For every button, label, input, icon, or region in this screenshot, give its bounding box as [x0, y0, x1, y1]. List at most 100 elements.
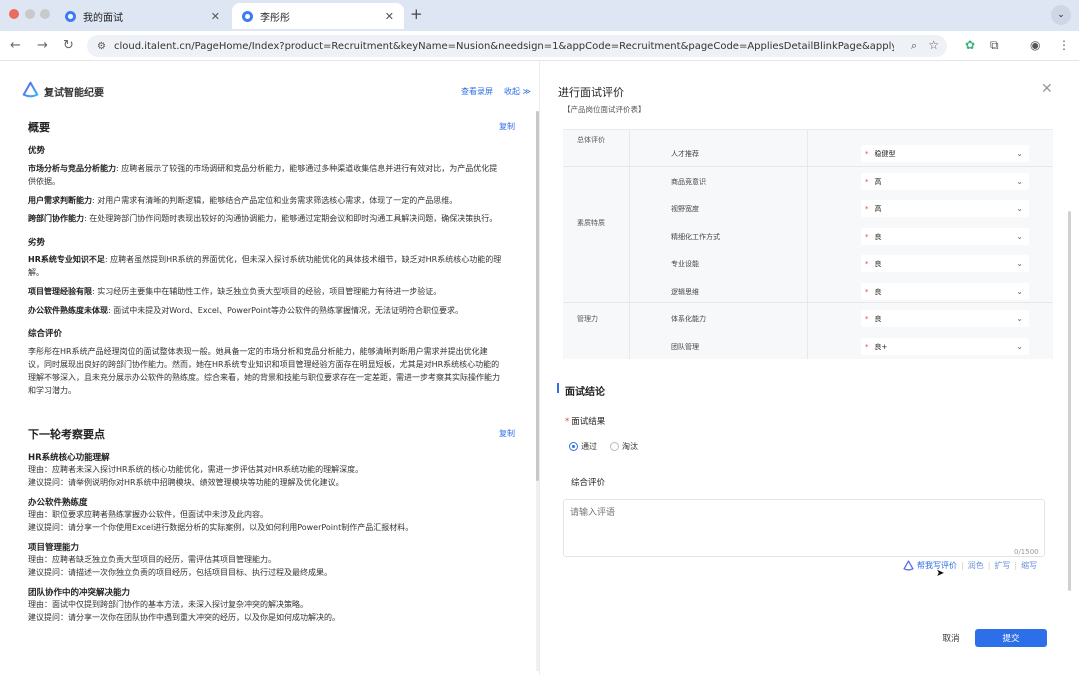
- strength-line: 跨部门协作能力: 在处理跨部门协作问题时表现出较好的沟通协调能力，能够通过定期会…: [28, 214, 498, 223]
- close-icon[interactable]: ✕: [1041, 81, 1053, 97]
- group-label-quality: 素质特质: [577, 219, 605, 227]
- item-value: 良: [874, 287, 882, 296]
- item-select[interactable]: * 良 ⌄: [861, 310, 1029, 327]
- tab-label: 我的面试: [83, 12, 123, 24]
- browser-tab-2[interactable]: 李彤彤 ✕: [232, 3, 404, 29]
- tab-close-icon[interactable]: ✕: [211, 10, 220, 23]
- item-value: 高: [874, 177, 882, 186]
- tab-label: 李彤彤: [260, 12, 290, 24]
- weakness-line: 办公软件熟练度未体现: 面试中未提及对Word、Excel、PowerPoint…: [28, 306, 464, 315]
- required-mark: *: [865, 177, 869, 186]
- ai-summary-panel: 复试智能纪要 查看录屏 收起 ≫ 概要 复制 优势 市场分析与竞品分析能力: 应…: [0, 61, 540, 675]
- back-icon[interactable]: ←: [10, 38, 21, 53]
- browser-toolbar: ← → ↻ ⚙ cloud.italent.cn/PageHome/Index?…: [0, 31, 1079, 61]
- required-mark: *: [865, 342, 869, 351]
- strengths-heading: 优势: [28, 146, 46, 156]
- item-select[interactable]: * 良 ⌄: [861, 283, 1029, 300]
- reload-icon[interactable]: ↻: [63, 38, 74, 53]
- copy-next-round-button[interactable]: 复制: [499, 428, 515, 439]
- item-value: 良: [874, 232, 882, 241]
- address-bar[interactable]: ⚙ cloud.italent.cn/PageHome/Index?produc…: [87, 35, 947, 57]
- ai-polish-button[interactable]: 润色: [968, 560, 984, 571]
- group-label-overall: 总体评价: [577, 136, 605, 144]
- menu-more-icon[interactable]: ⋮: [1058, 38, 1070, 52]
- tab-search-icon[interactable]: ⌄: [1051, 5, 1071, 25]
- required-mark: *: [865, 149, 869, 158]
- table-divider: [563, 166, 1053, 167]
- tab-close-icon[interactable]: ✕: [385, 10, 394, 23]
- item-select[interactable]: * 稳健型 ⌄: [861, 145, 1029, 162]
- submit-button[interactable]: 提交: [975, 629, 1047, 647]
- item-label: 逻辑思维: [671, 288, 699, 296]
- right-scrollbar[interactable]: [1068, 211, 1071, 591]
- browser-tabbar: 我的面试 ✕ 李彤彤 ✕ + ⌄: [0, 0, 1079, 31]
- table-divider: [807, 130, 808, 359]
- overall-line: 议，同时展现出良好的跨部门协作能力。然而，她在HR系统专业知识和项目管理经验方面…: [28, 360, 500, 369]
- site-settings-icon[interactable]: ⚙: [97, 41, 106, 52]
- profile-avatar-icon[interactable]: ◉: [1030, 38, 1040, 52]
- chevron-down-icon: ⌄: [1016, 177, 1023, 186]
- result-label: * 面试结果: [565, 417, 606, 427]
- view-recording-link[interactable]: 查看录屏: [461, 86, 493, 97]
- extension-icon[interactable]: ✿: [965, 38, 975, 52]
- ai-logo-icon: [903, 560, 914, 571]
- item-select[interactable]: * 良 ⌄: [861, 255, 1029, 272]
- copy-summary-button[interactable]: 复制: [499, 121, 515, 132]
- required-mark: *: [565, 417, 570, 427]
- overall-line: 李彤彤在HR系统产品经理岗位的面试整体表现一般。她具备一定的市场分析和竞品分析能…: [28, 347, 488, 356]
- weakness-line: 项目管理经验有限: 实习经历主要集中在辅助性工作，缺乏独立负责大型项目的经验，项…: [28, 287, 442, 296]
- collapse-link[interactable]: 收起 ≫: [504, 86, 531, 97]
- next-item-heading: HR系统核心功能理解: [28, 453, 110, 463]
- next-item-question: 建议提问：请描述一次你独立负责的项目经历，包括项目目标、执行过程及最终成果。: [28, 568, 332, 577]
- separator: |: [987, 561, 991, 570]
- item-select[interactable]: * 高 ⌄: [861, 200, 1029, 217]
- site-favicon-icon: [65, 10, 76, 22]
- weakness-heading: 劣势: [28, 238, 46, 248]
- chevron-down-icon: ⌄: [1016, 232, 1023, 241]
- next-item-question: 建议提问：请举例说明你对HR系统中招聘模块、绩效管理模块等功能的理解及优化建议。: [28, 478, 344, 487]
- cancel-button[interactable]: 取消: [931, 629, 971, 647]
- next-item-reason: 理由：职位要求应聘者熟练掌握办公软件，但面试中未涉及此内容。: [28, 510, 268, 519]
- browser-tab-1[interactable]: 我的面试 ✕: [55, 3, 230, 29]
- next-round-heading: 下一轮考察要点: [28, 428, 105, 441]
- table-divider: [563, 302, 1053, 303]
- table-divider: [629, 130, 630, 359]
- item-value: 良: [874, 259, 882, 268]
- radio-fail[interactable]: 淘汰: [610, 441, 638, 452]
- item-label: 专业设能: [671, 260, 699, 268]
- bookmark-star-icon[interactable]: ☆: [928, 38, 939, 52]
- window-minimize-button[interactable]: [25, 9, 35, 19]
- radio-label: 通过: [581, 442, 597, 451]
- radio-pass[interactable]: 通过: [569, 441, 597, 452]
- url-text[interactable]: cloud.italent.cn/PageHome/Index?product=…: [114, 41, 894, 52]
- char-counter: 0/1500: [1014, 548, 1039, 556]
- next-item-reason: 理由：应聘者未深入探讨HR系统的核心功能优化，需进一步评估其对HR系统功能的理解…: [28, 465, 364, 474]
- comment-textarea[interactable]: [563, 499, 1045, 557]
- zoom-icon[interactable]: ⌕: [911, 39, 917, 53]
- new-tab-icon[interactable]: +: [410, 5, 423, 23]
- separator: |: [1014, 561, 1018, 570]
- item-label: 视野宽度: [671, 205, 699, 213]
- summary-heading: 概要: [28, 121, 50, 134]
- window-zoom-button[interactable]: [40, 9, 50, 19]
- evaluation-table: 总体评价 素质特质 管理力 人才推荐 * 稳健型 ⌄ 商品竞意识 * 高 ⌄ 视野宽度 …: [563, 129, 1053, 359]
- extensions-puzzle-icon[interactable]: ⧉: [990, 38, 999, 53]
- strength-line: 用户需求判断能力: 对用户需求有清晰的判断逻辑，能够结合产品定位和业务需求筛选核…: [28, 196, 458, 205]
- scrollbar-thumb[interactable]: [536, 111, 539, 481]
- left-scrollbar[interactable]: [536, 111, 539, 671]
- next-item-question: 建议提问：请分享一个你使用Excel进行数据分析的实际案例，以及如何利用Powe…: [28, 523, 414, 532]
- next-item-heading: 办公软件熟练度: [28, 498, 88, 508]
- ai-logo-icon: [22, 81, 39, 98]
- ai-shorten-button[interactable]: 缩写: [1021, 560, 1037, 571]
- item-select[interactable]: * 高 ⌄: [861, 173, 1029, 190]
- item-select[interactable]: * 良+ ⌄: [861, 338, 1029, 355]
- forward-icon[interactable]: →: [37, 38, 48, 53]
- window-close-button[interactable]: [9, 9, 19, 19]
- radio-dot[interactable]: [610, 442, 619, 451]
- ai-expand-button[interactable]: 扩写: [994, 560, 1010, 571]
- radio-dot[interactable]: [569, 442, 578, 451]
- evaluation-title: 进行面试评价: [558, 86, 624, 99]
- panel-title: 复试智能纪要: [44, 88, 104, 99]
- item-select[interactable]: * 良 ⌄: [861, 228, 1029, 245]
- section-accent-bar: [557, 383, 559, 393]
